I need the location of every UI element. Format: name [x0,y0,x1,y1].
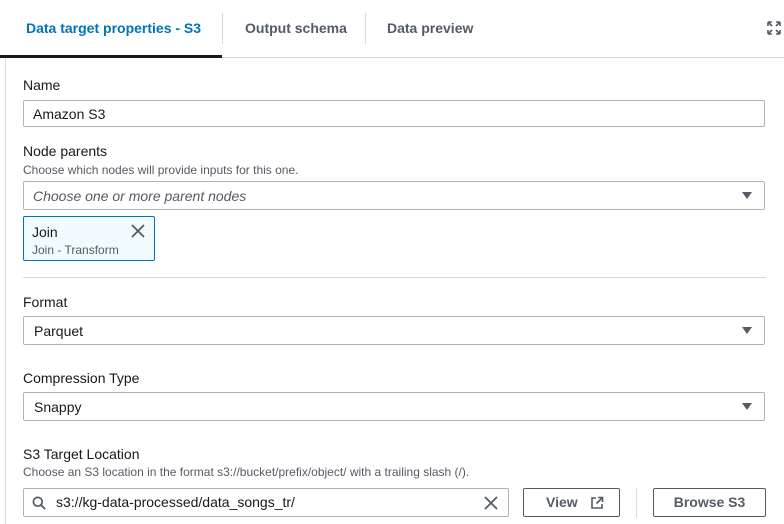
caret-down-icon [742,403,752,410]
node-parents-select[interactable]: Choose one or more parent nodes [23,181,765,210]
token-title: Join [32,224,58,240]
active-tab-indicator [0,55,222,58]
name-input[interactable]: Amazon S3 [23,100,765,127]
close-icon[interactable] [130,223,146,239]
format-value: Parquet [34,323,84,339]
tab-bar: Data target properties - S3 Output schem… [0,0,784,58]
s3-location-label: S3 Target Location [23,446,140,462]
node-parents-label: Node parents [23,143,108,159]
external-link-icon [591,496,604,509]
compression-label: Compression Type [23,370,140,386]
section-divider [23,277,766,278]
expand-icon[interactable] [766,20,782,36]
tab-divider [222,13,223,44]
tab-data-preview[interactable]: Data preview [387,0,473,57]
panel-border [5,58,6,524]
node-parents-description: Choose which nodes will provide inputs f… [23,163,299,177]
clear-icon[interactable] [484,496,498,510]
caret-down-icon [742,327,752,334]
view-button[interactable]: View [523,488,620,517]
view-button-label: View [546,494,578,510]
tab-output-schema[interactable]: Output schema [245,0,347,57]
format-select[interactable]: Parquet [23,316,765,345]
button-divider [636,488,637,518]
browse-s3-button[interactable]: Browse S3 [653,488,766,517]
s3-location-input[interactable]: s3://kg-data-processed/data_songs_tr/ [23,488,509,517]
compression-value: Snappy [34,399,82,415]
compression-select[interactable]: Snappy [23,392,765,421]
token-subtitle: Join - Transform [32,243,119,257]
node-parents-placeholder: Choose one or more parent nodes [33,188,247,204]
s3-location-description: Choose an S3 location in the format s3:/… [23,465,470,479]
search-icon [32,496,46,510]
format-label: Format [23,294,68,310]
caret-down-icon [742,192,752,199]
name-label: Name [23,77,61,93]
parent-node-token: Join Join - Transform [23,216,155,261]
tab-divider [365,13,366,44]
s3-location-value: s3://kg-data-processed/data_songs_tr/ [56,494,295,510]
tab-data-target-properties[interactable]: Data target properties - S3 [26,0,201,57]
